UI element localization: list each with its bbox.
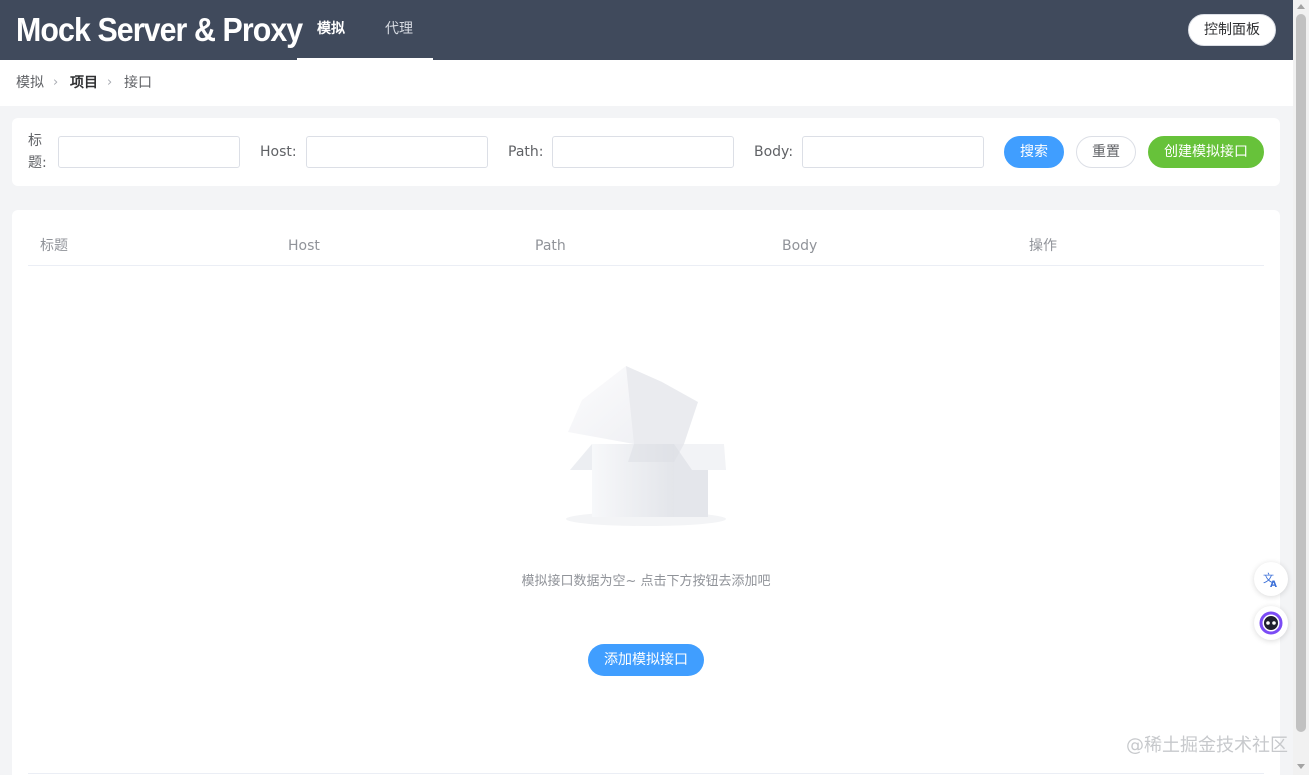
chevron-right-icon: › [107,75,113,90]
translate-icon: 文 A [1263,571,1277,590]
mock-table: 标题 Host Path Body 操作 模拟接口数据为空~ 点击下方按钮去添加… [12,210,1280,775]
tab-proxy[interactable]: 代理 [365,0,433,60]
app-logo: Mock Server & Proxy [16,11,303,48]
breadcrumb-item-api: 接口 [124,75,152,91]
svg-text:A: A [1270,580,1277,590]
assistant-button[interactable] [1254,606,1288,640]
column-body: Body [782,238,818,254]
breadcrumb-item-mock[interactable]: 模拟 [16,75,44,91]
column-host: Host [288,238,320,254]
create-mock-button[interactable]: 创建模拟接口 [1148,136,1264,168]
reset-button[interactable]: 重置 [1076,136,1136,168]
body-input[interactable] [802,136,984,168]
watermark: @稀土掘金技术社区 [1126,735,1288,756]
scroll-thumb[interactable] [1296,14,1306,732]
robot-icon [1259,611,1283,635]
host-input[interactable] [306,136,488,168]
top-header: Mock Server & Proxy 模拟 代理 控制面板 [0,0,1293,60]
empty-box-icon [566,366,726,526]
column-title: 标题 [40,238,68,254]
body-label: Body: [754,144,794,160]
breadcrumb-item-project[interactable]: 项目 [70,75,98,91]
chevron-right-icon: › [53,75,59,90]
tab-mock[interactable]: 模拟 [297,0,365,60]
empty-state-text: 模拟接口数据为空~ 点击下方按钮去添加吧 [521,574,771,589]
breadcrumb: 模拟 › 项目 › 接口 [0,60,1293,106]
column-path: Path [535,238,566,254]
scroll-up-arrow-icon[interactable] [1297,4,1305,9]
dashboard-button[interactable]: 控制面板 [1188,14,1276,46]
add-mock-button[interactable]: 添加模拟接口 [588,644,704,676]
title-label: 标题: [28,133,47,171]
title-input[interactable] [58,136,240,168]
table-header: 标题 Host Path Body 操作 [28,228,1264,266]
table-divider [28,773,1264,774]
host-label: Host: [260,144,297,160]
search-form: 标题: Host: Path: Body: 搜索 重置 创建模拟接口 [12,118,1280,186]
page-scrollbar[interactable] [1293,0,1309,775]
search-button[interactable]: 搜索 [1004,136,1064,168]
path-label: Path: [508,144,544,160]
path-input[interactable] [552,136,734,168]
column-actions: 操作 [1029,238,1057,254]
translate-button[interactable]: 文 A [1254,562,1288,596]
scroll-down-arrow-icon[interactable] [1297,764,1305,769]
